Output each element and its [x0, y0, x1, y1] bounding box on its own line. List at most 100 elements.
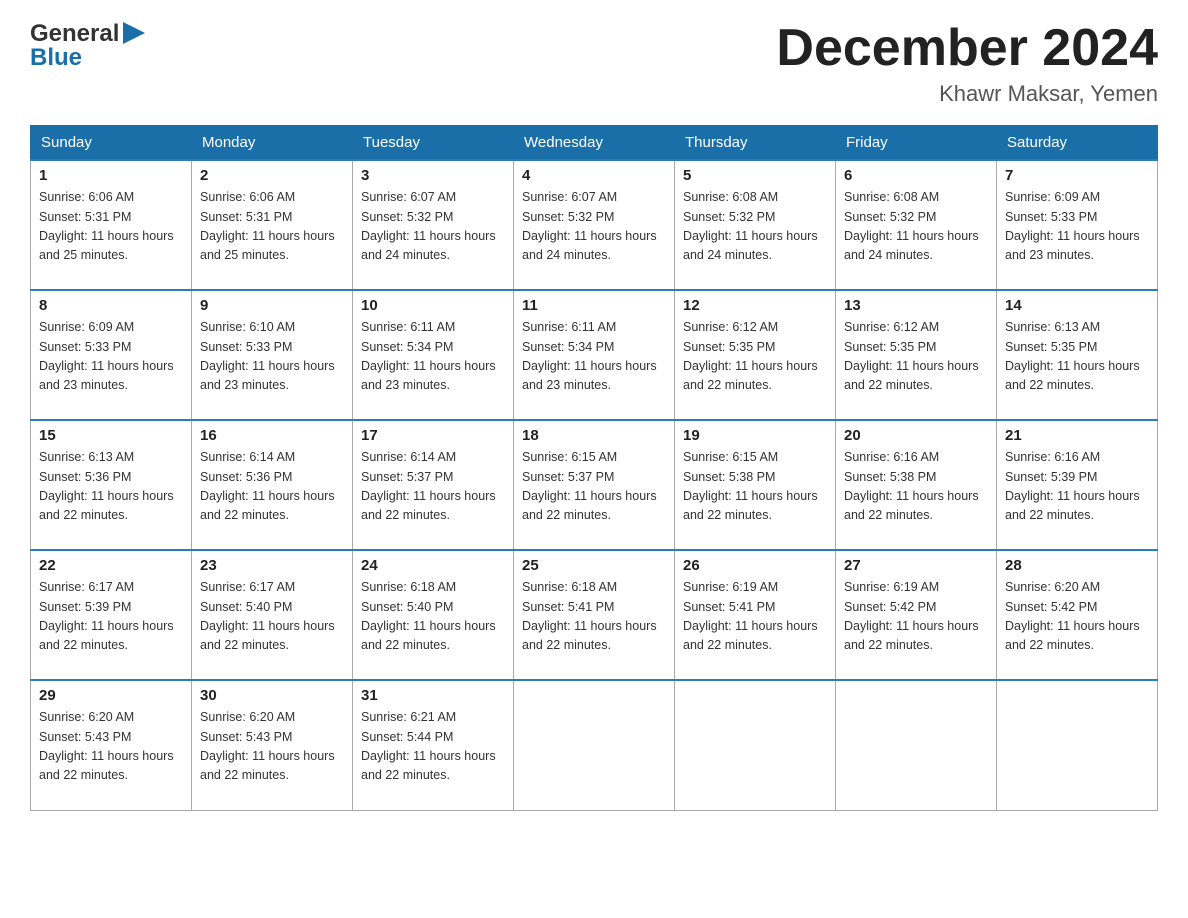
calendar-cell: 27Sunrise: 6:19 AMSunset: 5:42 PMDayligh… [836, 550, 997, 680]
logo-line2: Blue [30, 44, 82, 72]
calendar-week-row: 8 Sunrise: 6:09 AMSunset: 5:33 PMDaylight… [31, 290, 1158, 420]
day-info: Sunrise: 6:10 AMSunset: 5:33 PMDaylight:… [200, 318, 344, 396]
calendar-cell: 11 Sunrise: 6:11 AMSunset: 5:34 PMDayligh… [514, 290, 675, 420]
calendar-cell: 17Sunrise: 6:14 AMSunset: 5:37 PMDayligh… [353, 420, 514, 550]
day-info: Sunrise: 6:14 AMSunset: 5:36 PMDaylight:… [200, 448, 344, 526]
day-info: Sunrise: 6:16 AMSunset: 5:38 PMDaylight:… [844, 448, 988, 526]
calendar-cell: 20 Sunrise: 6:16 AMSunset: 5:38 PMDayligh… [836, 420, 997, 550]
calendar-cell [997, 680, 1158, 810]
calendar-cell: 16 Sunrise: 6:14 AMSunset: 5:36 PMDayligh… [192, 420, 353, 550]
day-number: 17 [361, 427, 505, 444]
calendar-cell [514, 680, 675, 810]
calendar-cell: 18Sunrise: 6:15 AMSunset: 5:37 PMDayligh… [514, 420, 675, 550]
calendar-cell: 4 Sunrise: 6:07 AMSunset: 5:32 PMDaylight… [514, 160, 675, 290]
day-info: Sunrise: 6:13 AMSunset: 5:36 PMDaylight:… [39, 448, 183, 526]
calendar-week-row: 22Sunrise: 6:17 AMSunset: 5:39 PMDayligh… [31, 550, 1158, 680]
calendar-week-row: 29 Sunrise: 6:20 AMSunset: 5:43 PMDayligh… [31, 680, 1158, 810]
logo-arrow-icon [123, 20, 145, 48]
logo: General Blue [30, 20, 145, 72]
day-number: 24 [361, 557, 505, 574]
day-number: 20 [844, 427, 988, 444]
calendar-cell: 15 Sunrise: 6:13 AMSunset: 5:36 PMDayligh… [31, 420, 192, 550]
location-subtitle: Khawr Maksar, Yemen [776, 81, 1158, 107]
calendar-table: SundayMondayTuesdayWednesdayThursdayFrid… [30, 125, 1158, 811]
day-number: 25 [522, 557, 666, 574]
day-number: 8 [39, 297, 183, 314]
calendar-cell: 24 Sunrise: 6:18 AMSunset: 5:40 PMDayligh… [353, 550, 514, 680]
day-info: Sunrise: 6:17 AMSunset: 5:40 PMDaylight:… [200, 578, 344, 656]
day-number: 11 [522, 297, 666, 314]
calendar-cell: 5 Sunrise: 6:08 AMSunset: 5:32 PMDaylight… [675, 160, 836, 290]
calendar-cell: 25 Sunrise: 6:18 AMSunset: 5:41 PMDayligh… [514, 550, 675, 680]
calendar-cell: 1 Sunrise: 6:06 AMSunset: 5:31 PMDaylight… [31, 160, 192, 290]
day-number: 29 [39, 687, 183, 704]
calendar-cell [675, 680, 836, 810]
day-info: Sunrise: 6:09 AMSunset: 5:33 PMDaylight:… [1005, 188, 1149, 266]
calendar-cell [836, 680, 997, 810]
month-title: December 2024 [776, 20, 1158, 77]
calendar-cell: 19Sunrise: 6:15 AMSunset: 5:38 PMDayligh… [675, 420, 836, 550]
day-number: 4 [522, 167, 666, 184]
day-info: Sunrise: 6:08 AMSunset: 5:32 PMDaylight:… [683, 188, 827, 266]
calendar-cell: 3 Sunrise: 6:07 AMSunset: 5:32 PMDaylight… [353, 160, 514, 290]
day-info: Sunrise: 6:07 AMSunset: 5:32 PMDaylight:… [361, 188, 505, 266]
calendar-cell: 22Sunrise: 6:17 AMSunset: 5:39 PMDayligh… [31, 550, 192, 680]
weekday-header-friday: Friday [836, 126, 997, 161]
calendar-cell: 29 Sunrise: 6:20 AMSunset: 5:43 PMDayligh… [31, 680, 192, 810]
day-number: 5 [683, 167, 827, 184]
calendar-cell: 26 Sunrise: 6:19 AMSunset: 5:41 PMDayligh… [675, 550, 836, 680]
day-info: Sunrise: 6:08 AMSunset: 5:32 PMDaylight:… [844, 188, 988, 266]
day-number: 13 [844, 297, 988, 314]
day-info: Sunrise: 6:06 AMSunset: 5:31 PMDaylight:… [39, 188, 183, 266]
day-info: Sunrise: 6:20 AMSunset: 5:43 PMDaylight:… [39, 708, 183, 786]
weekday-header-monday: Monday [192, 126, 353, 161]
calendar-cell: 31Sunrise: 6:21 AMSunset: 5:44 PMDayligh… [353, 680, 514, 810]
calendar-cell: 21Sunrise: 6:16 AMSunset: 5:39 PMDayligh… [997, 420, 1158, 550]
weekday-header-wednesday: Wednesday [514, 126, 675, 161]
day-number: 18 [522, 427, 666, 444]
day-number: 15 [39, 427, 183, 444]
weekday-header-sunday: Sunday [31, 126, 192, 161]
day-info: Sunrise: 6:21 AMSunset: 5:44 PMDaylight:… [361, 708, 505, 786]
day-number: 6 [844, 167, 988, 184]
day-number: 12 [683, 297, 827, 314]
day-number: 7 [1005, 167, 1149, 184]
calendar-cell: 10Sunrise: 6:11 AMSunset: 5:34 PMDayligh… [353, 290, 514, 420]
day-info: Sunrise: 6:07 AMSunset: 5:32 PMDaylight:… [522, 188, 666, 266]
calendar-week-row: 15 Sunrise: 6:13 AMSunset: 5:36 PMDayligh… [31, 420, 1158, 550]
day-number: 28 [1005, 557, 1149, 574]
day-number: 30 [200, 687, 344, 704]
day-number: 26 [683, 557, 827, 574]
calendar-cell: 23Sunrise: 6:17 AMSunset: 5:40 PMDayligh… [192, 550, 353, 680]
day-number: 3 [361, 167, 505, 184]
day-number: 19 [683, 427, 827, 444]
calendar-cell: 28Sunrise: 6:20 AMSunset: 5:42 PMDayligh… [997, 550, 1158, 680]
calendar-cell: 9 Sunrise: 6:10 AMSunset: 5:33 PMDaylight… [192, 290, 353, 420]
calendar-cell: 6 Sunrise: 6:08 AMSunset: 5:32 PMDaylight… [836, 160, 997, 290]
day-number: 27 [844, 557, 988, 574]
day-info: Sunrise: 6:19 AMSunset: 5:41 PMDaylight:… [683, 578, 827, 656]
calendar-cell: 13Sunrise: 6:12 AMSunset: 5:35 PMDayligh… [836, 290, 997, 420]
day-info: Sunrise: 6:11 AMSunset: 5:34 PMDaylight:… [361, 318, 505, 396]
day-number: 2 [200, 167, 344, 184]
day-info: Sunrise: 6:18 AMSunset: 5:41 PMDaylight:… [522, 578, 666, 656]
calendar-cell: 7 Sunrise: 6:09 AMSunset: 5:33 PMDaylight… [997, 160, 1158, 290]
day-number: 1 [39, 167, 183, 184]
calendar-cell: 14Sunrise: 6:13 AMSunset: 5:35 PMDayligh… [997, 290, 1158, 420]
day-info: Sunrise: 6:09 AMSunset: 5:33 PMDaylight:… [39, 318, 183, 396]
calendar-cell: 8 Sunrise: 6:09 AMSunset: 5:33 PMDaylight… [31, 290, 192, 420]
day-number: 9 [200, 297, 344, 314]
calendar-week-row: 1 Sunrise: 6:06 AMSunset: 5:31 PMDaylight… [31, 160, 1158, 290]
day-info: Sunrise: 6:06 AMSunset: 5:31 PMDaylight:… [200, 188, 344, 266]
weekday-header-row: SundayMondayTuesdayWednesdayThursdayFrid… [31, 126, 1158, 161]
day-number: 14 [1005, 297, 1149, 314]
day-number: 16 [200, 427, 344, 444]
day-info: Sunrise: 6:18 AMSunset: 5:40 PMDaylight:… [361, 578, 505, 656]
calendar-cell: 2 Sunrise: 6:06 AMSunset: 5:31 PMDaylight… [192, 160, 353, 290]
weekday-header-thursday: Thursday [675, 126, 836, 161]
calendar-cell: 30Sunrise: 6:20 AMSunset: 5:43 PMDayligh… [192, 680, 353, 810]
day-info: Sunrise: 6:11 AMSunset: 5:34 PMDaylight:… [522, 318, 666, 396]
weekday-header-saturday: Saturday [997, 126, 1158, 161]
page-header: General Blue December 2024 Khawr Maksar,… [30, 20, 1158, 107]
day-info: Sunrise: 6:16 AMSunset: 5:39 PMDaylight:… [1005, 448, 1149, 526]
